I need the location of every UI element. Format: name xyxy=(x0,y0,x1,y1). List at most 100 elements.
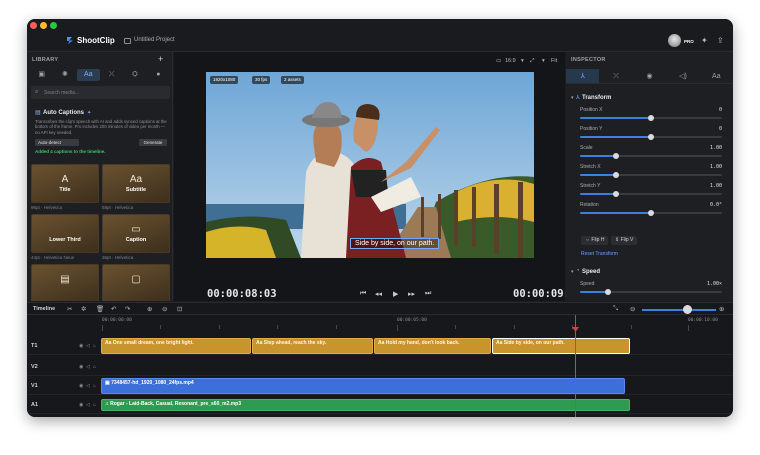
aspect-ratio-select[interactable]: 16:9 xyxy=(505,58,516,64)
media-tab-icon[interactable]: ▣ xyxy=(30,69,53,81)
caption-clip[interactable]: Aa One small dream, one bright light. xyxy=(101,338,251,354)
slider-knob[interactable] xyxy=(648,210,654,216)
text-tab-icon[interactable]: Aa xyxy=(700,69,733,83)
step-forward-icon[interactable]: ▸▸ xyxy=(408,290,415,298)
generate-button[interactable]: Generate xyxy=(139,139,167,146)
template-5[interactable]: ▤ xyxy=(31,264,99,301)
template-6[interactable]: ▢ xyxy=(102,264,170,301)
mute-icon[interactable]: ◁ xyxy=(86,402,90,408)
slider-knob[interactable] xyxy=(612,153,619,159)
lock-icon[interactable]: ⌂ xyxy=(93,343,96,349)
delete-icon[interactable]: 🗑 xyxy=(96,305,104,313)
minimize-window-button[interactable] xyxy=(40,22,47,29)
caption-clip[interactable]: Aa Hold my hand, don't look back. xyxy=(374,338,491,354)
text-tab-icon[interactable]: Aa xyxy=(76,69,100,81)
slider-knob[interactable] xyxy=(612,191,619,197)
slider-knob[interactable] xyxy=(648,115,654,121)
color-tab-icon[interactable]: ● xyxy=(147,69,170,81)
scale-slider[interactable] xyxy=(580,153,722,159)
play-icon[interactable]: ▶ xyxy=(393,290,398,298)
zoom-chevron-icon[interactable]: ▾ xyxy=(542,58,545,64)
video-clip[interactable]: ▣ 7348457-hd_1920_1080_24fps.mp4 xyxy=(101,378,625,394)
undo-icon[interactable]: ↶ xyxy=(111,305,116,313)
playhead[interactable] xyxy=(575,315,576,417)
prop-value[interactable]: 1.00 xyxy=(710,164,722,170)
audio-tab-icon[interactable]: ✺ xyxy=(53,69,76,81)
position-y-slider[interactable] xyxy=(580,134,722,140)
prop-value[interactable]: 1.00 xyxy=(710,145,722,151)
chevron-down-icon[interactable]: ▾ xyxy=(571,269,574,275)
skip-to-start-icon[interactable]: ⏮ xyxy=(360,290,366,298)
skip-to-end-icon[interactable]: ⏭ xyxy=(425,290,431,298)
flip-v-button[interactable]: ⇕ Flip V xyxy=(611,236,638,245)
stretch-x-slider[interactable] xyxy=(580,172,722,178)
zoom-out-icon[interactable]: ⊖ xyxy=(630,305,635,313)
mute-icon[interactable]: ◁ xyxy=(86,383,90,389)
flip-h-button[interactable]: ⇔ Flip H xyxy=(581,236,609,245)
caption-clip[interactable]: Aa Step ahead, reach the sky. xyxy=(252,338,373,354)
step-back-icon[interactable]: ◂◂ xyxy=(375,290,382,298)
effects-tab-icon[interactable]: ⛭ xyxy=(123,69,146,81)
prop-value[interactable]: 1.00× xyxy=(707,281,722,287)
zoom-in-icon[interactable]: ⊕ xyxy=(719,305,724,313)
audio-tab-icon[interactable]: ◁) xyxy=(666,69,699,83)
eye-icon[interactable]: ◉ xyxy=(79,343,83,349)
template-title[interactable]: A Title xyxy=(31,164,99,203)
reset-transform-link[interactable]: Reset Transform xyxy=(581,251,618,257)
fit-timeline-icon[interactable]: ⤡ xyxy=(613,305,618,313)
caption-overlay[interactable]: Side by side, on our path. xyxy=(350,238,440,249)
transform-tab-icon[interactable]: ⅄ xyxy=(566,69,600,83)
share-icon[interactable]: ⇪ xyxy=(717,36,724,45)
flip-v-label: Flip V xyxy=(620,237,634,243)
zoom-window-button[interactable] xyxy=(50,22,57,29)
close-window-button[interactable] xyxy=(30,22,37,29)
prop-value[interactable]: 0.0° xyxy=(710,202,722,208)
mute-icon[interactable]: ◁ xyxy=(86,343,90,349)
speed-slider[interactable] xyxy=(580,289,722,295)
aspect-ratio-icon[interactable]: ▭ xyxy=(496,58,501,64)
language-select[interactable]: Auto-detect xyxy=(35,139,79,146)
stretch-y-slider[interactable] xyxy=(580,191,722,197)
project-name[interactable]: Untitled Project xyxy=(134,37,175,43)
scissors-icon[interactable]: ✂ xyxy=(67,305,72,313)
template-subtitle[interactable]: Aa Subtitle xyxy=(102,164,170,203)
add-media-button[interactable]: + xyxy=(158,54,163,64)
eye-icon[interactable]: ◉ xyxy=(79,383,83,389)
caption-clip-selected[interactable]: Aa Side by side, on our path. xyxy=(492,338,630,354)
template-caption[interactable]: ▭ Caption xyxy=(102,214,170,253)
eye-icon[interactable]: ◉ xyxy=(79,364,83,370)
audio-clip[interactable]: ♫ Rogar - Laid-Back, Casual, Resonant_pr… xyxy=(101,399,630,411)
fit-select[interactable]: Fit xyxy=(551,58,557,64)
slider-knob[interactable] xyxy=(612,172,619,178)
rotation-slider[interactable] xyxy=(580,210,722,216)
eye-icon[interactable]: ◉ xyxy=(79,402,83,408)
chevron-down-icon[interactable]: ▾ xyxy=(521,58,524,64)
mute-icon[interactable]: ◁ xyxy=(86,364,90,370)
magic-icon[interactable]: ✦ xyxy=(701,36,708,45)
slider-knob[interactable] xyxy=(605,289,612,295)
fullscreen-icon[interactable]: ⤢ xyxy=(530,58,534,65)
lock-icon[interactable]: ⌂ xyxy=(93,402,96,408)
avatar[interactable] xyxy=(668,34,681,47)
transition-tab-icon[interactable]: ⤫ xyxy=(100,69,123,81)
chevron-down-icon[interactable]: ▾ xyxy=(571,95,574,101)
link-icon[interactable]: ⊖ xyxy=(162,305,167,313)
redo-icon[interactable]: ↷ xyxy=(125,305,130,313)
slider-knob[interactable] xyxy=(648,134,654,140)
prop-value[interactable]: 1.00 xyxy=(710,183,722,189)
split-icon[interactable]: ✲ xyxy=(81,305,86,313)
marker-icon[interactable]: ⊡ xyxy=(177,305,182,313)
prop-value[interactable]: 0 xyxy=(719,126,722,132)
zoom-slider-knob[interactable] xyxy=(683,305,692,314)
lock-icon[interactable]: ⌂ xyxy=(93,383,96,389)
transition-tab-icon[interactable]: ⤫ xyxy=(599,69,632,83)
lock-icon[interactable]: ⌂ xyxy=(93,364,96,370)
position-x-slider[interactable] xyxy=(580,115,722,121)
template-lower-third[interactable]: Lower Third xyxy=(31,214,99,253)
prop-value[interactable]: 0 xyxy=(719,107,722,113)
color-tab-icon[interactable]: ◉ xyxy=(633,69,666,83)
search-input[interactable]: ⌕ Search media... xyxy=(31,86,170,99)
video-preview[interactable]: 1920x1080 30 fps 2 assets Side by side, … xyxy=(206,72,534,258)
zoom-slider[interactable] xyxy=(642,309,716,311)
snap-icon[interactable]: ⊕ xyxy=(147,305,152,313)
